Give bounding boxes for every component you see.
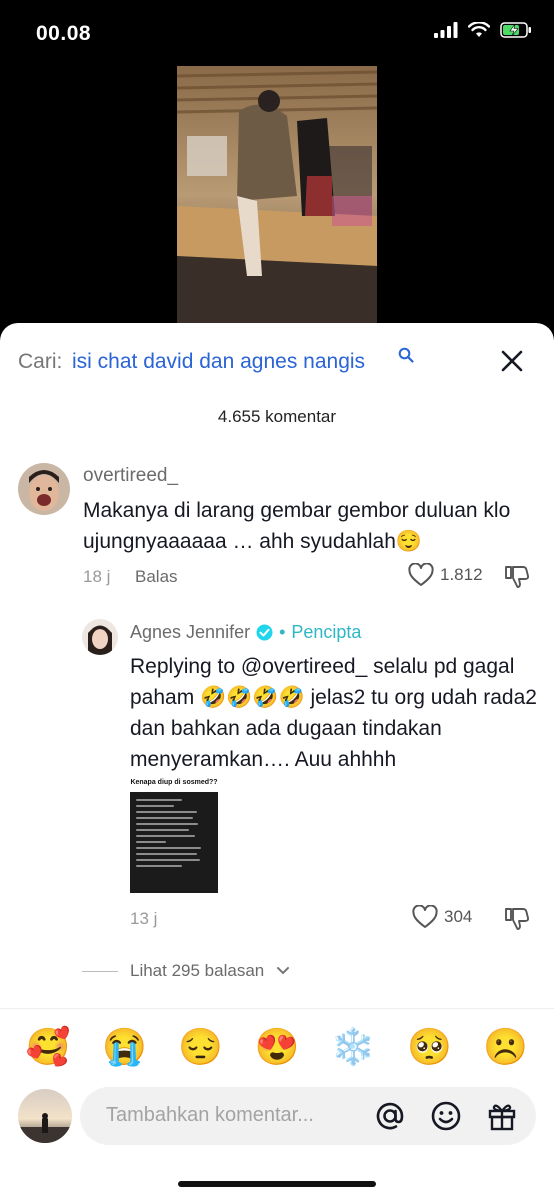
search-query-link[interactable]: isi chat david dan agnes nangis [72, 350, 365, 374]
search-suggestion[interactable]: Cari: isi chat david dan agnes nangis [18, 347, 538, 377]
avatar[interactable] [18, 463, 70, 515]
system-icons [434, 22, 532, 38]
emoji-button[interactable]: 🥺 [407, 1028, 452, 1065]
view-replies-label: Lihat 295 balasan [130, 961, 265, 980]
comment-username[interactable]: overtireed_ [83, 465, 178, 487]
gift-icon[interactable] [486, 1100, 518, 1132]
comment-count: 4.655 komentar [217, 407, 337, 426]
verified-icon [256, 624, 273, 641]
status-bar: 00.08 [0, 0, 554, 66]
emoji-button[interactable]: ❄️ [331, 1028, 376, 1065]
reply-image-title: Kenapa diup di sosmed?? [130, 774, 218, 792]
reply-image-content [130, 792, 218, 874]
heart-icon [412, 905, 438, 928]
reply-button[interactable]: Balas [135, 567, 178, 587]
close-icon[interactable] [498, 347, 526, 375]
comment-text: Makanya di larang gembar gembor duluan k… [83, 499, 511, 553]
signal-icon [434, 22, 458, 38]
reply-time: 13 j [130, 909, 158, 928]
avatar[interactable] [18, 1089, 72, 1143]
emoji-button[interactable]: 😔 [178, 1028, 223, 1065]
home-indicator [178, 1181, 376, 1187]
search-prefix: Cari: [18, 350, 63, 373]
emoji-picker-icon[interactable] [430, 1100, 462, 1132]
comment-input-placeholder: Tambahkan komentar... [106, 1104, 314, 1126]
creator-badge: Pencipta [291, 622, 362, 642]
heart-icon [408, 563, 434, 586]
dislike-icon[interactable] [504, 563, 530, 589]
emoji-button[interactable]: ☹️ [483, 1028, 528, 1065]
comments-sheet: Cari: isi chat david dan agnes nangis 4.… [0, 323, 554, 1200]
reply-username-row: Agnes Jennifer • Pencipta [130, 622, 361, 643]
reply-username[interactable]: Agnes Jennifer [130, 622, 250, 643]
emoji-quick-bar: 🥰 😭 😔 😍 ❄️ 🥺 ☹️ [0, 1008, 554, 1084]
like-count: 1.812 [440, 565, 483, 584]
search-icon[interactable] [398, 347, 414, 363]
comment-time: 18 j [83, 567, 111, 586]
chevron-down-icon [277, 967, 290, 975]
video-preview[interactable] [177, 66, 377, 324]
mention-icon[interactable] [374, 1100, 406, 1132]
reply-image[interactable]: Kenapa diup di sosmed?? [130, 774, 218, 893]
emoji-button[interactable]: 😍 [255, 1028, 300, 1065]
like-button[interactable]: 304 [412, 905, 472, 929]
battery-charging-icon [500, 22, 531, 38]
like-count: 304 [444, 907, 473, 926]
emoji-button[interactable]: 🥰 [26, 1028, 71, 1065]
dot-separator: • [279, 622, 286, 642]
reply-text: Replying to @overtireed_ selalu pd gagal… [130, 655, 537, 771]
comment-input-row: Tambahkan komentar... [0, 1085, 554, 1155]
wifi-icon [468, 22, 490, 37]
comment-input[interactable]: Tambahkan komentar... [80, 1087, 536, 1145]
status-time: 00.08 [36, 22, 92, 45]
like-button[interactable]: 1.812 [408, 563, 483, 587]
emoji-button[interactable]: 😭 [102, 1028, 147, 1065]
video-frame [177, 66, 377, 324]
dislike-icon[interactable] [504, 905, 530, 931]
avatar[interactable] [82, 619, 118, 655]
view-more-replies-button[interactable]: Lihat 295 balasan [82, 961, 290, 981]
divider [82, 970, 118, 972]
